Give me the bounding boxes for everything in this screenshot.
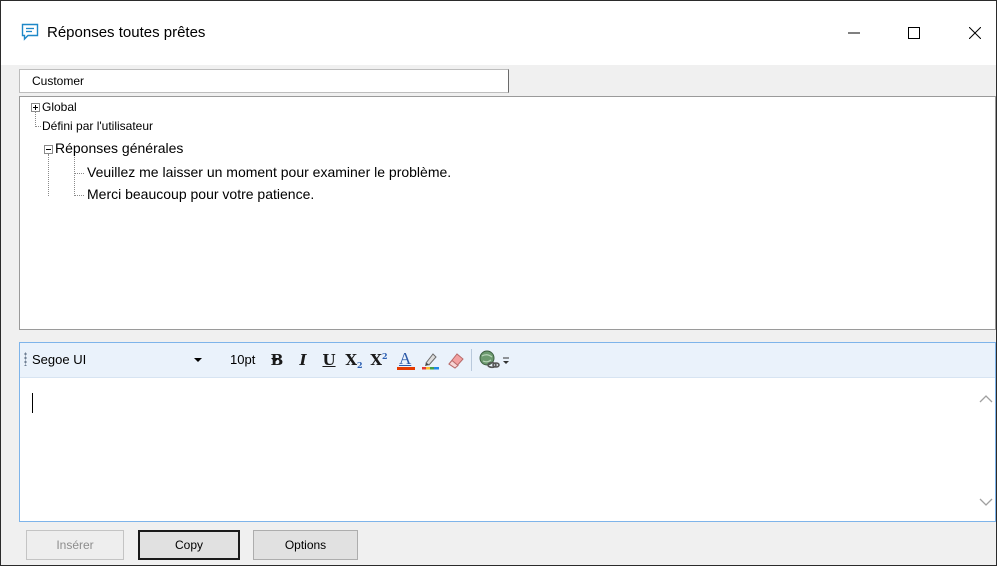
insert-button[interactable]: Insérer — [26, 530, 124, 560]
tree-connector — [35, 111, 36, 127]
hyperlink-icon — [479, 350, 500, 369]
eraser-icon — [448, 353, 464, 369]
tree-connector — [74, 195, 84, 196]
clear-format-button[interactable] — [445, 349, 467, 371]
superscript-button[interactable]: X2 — [368, 349, 390, 371]
tree-connector — [74, 173, 84, 174]
subscript-glyph: X — [345, 351, 358, 369]
subscript-button[interactable]: X2 — [343, 349, 365, 371]
options-button[interactable]: Options — [253, 530, 358, 560]
bold-button[interactable]: B — [266, 349, 288, 371]
italic-button[interactable]: I — [292, 349, 314, 371]
scroll-down-icon[interactable] — [979, 497, 993, 507]
font-color-button[interactable]: A — [395, 349, 417, 371]
font-family-value: Segoe UI — [32, 352, 87, 367]
font-size-value: 10pt — [230, 352, 256, 367]
more-options-icon — [503, 357, 509, 364]
underline-button[interactable]: U — [318, 349, 340, 371]
minimize-icon — [848, 32, 860, 34]
scroll-up-icon[interactable] — [979, 394, 993, 404]
tree-connector — [48, 154, 49, 196]
collapse-icon[interactable] — [44, 145, 53, 154]
superscript-icon: X2 — [370, 351, 388, 369]
maximize-button[interactable] — [883, 1, 945, 65]
font-color-icon: A — [396, 349, 416, 371]
copy-button[interactable]: Copy — [138, 530, 240, 560]
chat-bubble-icon — [21, 23, 39, 41]
expand-icon[interactable] — [31, 103, 40, 112]
italic-icon: I — [299, 351, 307, 369]
font-color-glyph: A — [399, 349, 412, 368]
close-icon — [969, 27, 981, 39]
bold-icon: B — [270, 351, 284, 369]
vertical-scrollbar[interactable] — [977, 378, 995, 521]
chevron-down-icon — [194, 358, 202, 362]
toolbar-overflow-button[interactable] — [500, 349, 512, 371]
toolbar-separator — [471, 349, 472, 371]
highlight-button[interactable] — [420, 349, 442, 371]
tree-node-user-defined[interactable]: Défini par l'utilisateur — [42, 119, 153, 133]
hyperlink-button[interactable] — [478, 349, 500, 371]
tree-connector — [35, 126, 41, 127]
window-title: Réponses toutes prêtes — [47, 24, 206, 41]
highlight-icon — [422, 353, 439, 370]
column-header-customer[interactable]: Customer — [19, 69, 509, 93]
superscript-glyph: X — [370, 351, 383, 369]
underline-icon: U — [322, 351, 336, 369]
minimize-button[interactable] — [823, 1, 885, 65]
close-button[interactable] — [944, 1, 999, 65]
tree-connector — [74, 155, 75, 196]
response-text-area[interactable] — [20, 378, 977, 521]
title-bar: Réponses toutes prêtes — [1, 1, 996, 65]
text-caret — [32, 393, 33, 413]
formatting-toolbar: Segoe UI 10pt B I U X2 X2 A — [20, 343, 995, 378]
tree-node-general-responses[interactable]: Réponses générales — [55, 140, 183, 156]
tree-node-global[interactable]: Global — [42, 100, 77, 114]
toolbar-grip[interactable] — [24, 352, 27, 366]
subscript-icon: X2 — [345, 351, 363, 370]
tree-node-response[interactable]: Merci beaucoup pour votre patience. — [87, 186, 314, 202]
maximize-icon — [908, 27, 920, 39]
tree-node-response[interactable]: Veuillez me laisser un moment pour exami… — [87, 164, 451, 180]
font-family-dropdown[interactable]: Segoe UI — [32, 350, 212, 370]
responses-tree[interactable]: Global Défini par l'utilisateur Réponses… — [19, 96, 996, 330]
tree-header-row: Customer — [19, 69, 996, 95]
quick-responses-window: Réponses toutes prêtes Customer Global D… — [0, 0, 997, 566]
response-editor: Segoe UI 10pt B I U X2 X2 A — [19, 342, 996, 522]
